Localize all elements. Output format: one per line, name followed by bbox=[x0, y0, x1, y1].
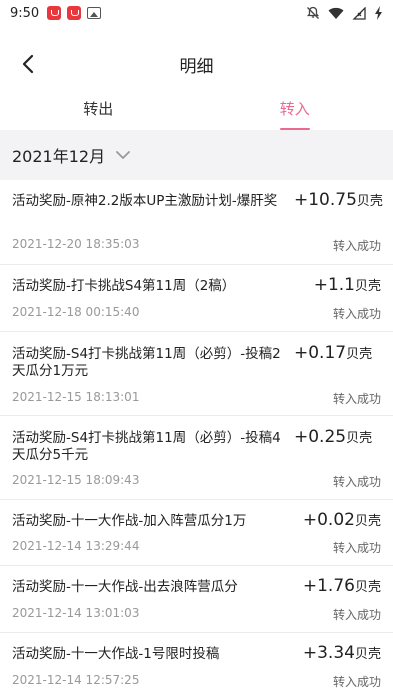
amount-value: +1.1 bbox=[313, 275, 355, 295]
transaction-title: 活动奖励-十一大作战-加入阵营瓜分1万 bbox=[12, 513, 247, 529]
transaction-row[interactable]: 活动奖励-原神2.2版本UP主激励计划-爆肝奖 +10.75贝壳 2021-12… bbox=[0, 180, 393, 265]
amount-value: +10.75 bbox=[294, 190, 357, 210]
transaction-date: 2021-12-14 13:29:44 bbox=[12, 539, 140, 553]
transaction-status: 转入成功 bbox=[332, 675, 381, 689]
no-signal-icon bbox=[352, 6, 366, 20]
month-selector[interactable]: 2021年12月 bbox=[0, 130, 393, 180]
transaction-amount: +3.34贝壳 bbox=[271, 644, 381, 664]
back-button[interactable] bbox=[14, 50, 42, 78]
shopping-app-icon bbox=[47, 6, 62, 20]
transaction-row[interactable]: 活动奖励-十一大作战-1号限时投稿 +3.34贝壳 2021-12-14 12:… bbox=[0, 633, 393, 700]
amount-value: +1.76 bbox=[302, 576, 355, 596]
month-label: 2021年12月 bbox=[12, 147, 106, 166]
transaction-title: 活动奖励-S4打卡挑战第11周（必剪）-投稿2天瓜分1万元 bbox=[12, 346, 281, 379]
amount-unit: 贝壳 bbox=[346, 347, 373, 362]
amount-unit: 贝壳 bbox=[354, 279, 381, 294]
transaction-amount: +10.75贝壳 bbox=[294, 191, 386, 211]
transaction-title: 活动奖励-十一大作战-出去浪阵营瓜分 bbox=[12, 579, 238, 595]
transaction-status: 转入成功 bbox=[332, 307, 381, 321]
wifi-icon bbox=[328, 7, 344, 19]
amount-unit: 贝壳 bbox=[346, 431, 373, 446]
transaction-title: 活动奖励-S4打卡挑战第11周（必剪）-投稿4天瓜分5千元 bbox=[12, 430, 281, 463]
transaction-status: 转入成功 bbox=[332, 608, 381, 622]
transaction-title: 活动奖励-打卡挑战S4第11周（2稿） bbox=[12, 278, 236, 294]
transaction-amount: +0.02贝壳 bbox=[271, 511, 381, 531]
tab-outgoing[interactable]: 转出 bbox=[0, 92, 197, 130]
transaction-title: 活动奖励-原神2.2版本UP主激励计划-爆肝奖 bbox=[12, 193, 278, 209]
amount-unit: 贝壳 bbox=[356, 194, 383, 209]
chevron-down-icon bbox=[116, 151, 130, 159]
transaction-date: 2021-12-15 18:09:43 bbox=[12, 473, 140, 487]
transaction-date: 2021-12-14 13:01:03 bbox=[12, 606, 140, 620]
amount-value: +0.17 bbox=[294, 343, 347, 363]
transaction-row[interactable]: 活动奖励-打卡挑战S4第11周（2稿） +1.1贝壳 2021-12-18 00… bbox=[0, 265, 393, 332]
transaction-date: 2021-12-20 18:35:03 bbox=[12, 237, 140, 251]
page-title: 明细 bbox=[179, 56, 214, 77]
amount-unit: 贝壳 bbox=[354, 580, 381, 595]
transaction-row[interactable]: 活动奖励-十一大作战-加入阵营瓜分1万 +0.02贝壳 2021-12-14 1… bbox=[0, 500, 393, 566]
transaction-date: 2021-12-18 00:15:40 bbox=[12, 305, 140, 319]
amount-unit: 贝壳 bbox=[354, 514, 381, 529]
transaction-status: 转入成功 bbox=[332, 392, 381, 406]
transaction-title: 活动奖励-十一大作战-1号限时投稿 bbox=[12, 646, 220, 662]
status-time: 9:50 bbox=[10, 5, 40, 21]
tab-outgoing-label: 转出 bbox=[83, 100, 114, 118]
transaction-status: 转入成功 bbox=[332, 475, 381, 489]
mute-bell-icon bbox=[306, 6, 320, 19]
nav-bar: 明细 bbox=[0, 40, 393, 88]
chevron-left-icon bbox=[22, 54, 34, 74]
amount-value: +0.02 bbox=[302, 510, 355, 530]
tab-incoming[interactable]: 转入 bbox=[197, 92, 393, 130]
transaction-date: 2021-12-15 18:13:01 bbox=[12, 390, 140, 404]
battery-charging-icon bbox=[375, 6, 382, 20]
tab-bar: 转出 转入 bbox=[0, 92, 393, 130]
amount-value: +3.34 bbox=[302, 643, 355, 663]
status-bar: 9:50 bbox=[0, 0, 393, 26]
amount-unit: 贝壳 bbox=[354, 647, 381, 662]
transaction-row[interactable]: 活动奖励-S4打卡挑战第11周（必剪）-投稿4天瓜分5千元 +0.25贝壳 20… bbox=[0, 416, 393, 500]
transaction-row[interactable]: 活动奖励-S4打卡挑战第11周（必剪）-投稿2天瓜分1万元 +0.17贝壳 20… bbox=[0, 332, 393, 416]
shopping-app-icon-2 bbox=[67, 6, 82, 20]
transaction-status: 转入成功 bbox=[332, 541, 381, 555]
transaction-row[interactable]: 活动奖励-十一大作战-出去浪阵营瓜分 +1.76贝壳 2021-12-14 13… bbox=[0, 566, 393, 633]
gallery-notification-icon bbox=[87, 7, 102, 19]
transaction-amount: +1.1贝壳 bbox=[271, 276, 381, 296]
transaction-amount: +0.25贝壳 bbox=[294, 428, 386, 448]
transaction-status: 转入成功 bbox=[332, 239, 381, 253]
transaction-list: 活动奖励-原神2.2版本UP主激励计划-爆肝奖 +10.75贝壳 2021-12… bbox=[0, 180, 393, 700]
tab-incoming-label: 转入 bbox=[279, 100, 310, 118]
amount-value: +0.25 bbox=[294, 427, 347, 447]
transaction-amount: +1.76贝壳 bbox=[271, 577, 381, 597]
transaction-date: 2021-12-14 12:57:25 bbox=[12, 673, 140, 687]
transaction-amount: +0.17贝壳 bbox=[294, 344, 386, 364]
